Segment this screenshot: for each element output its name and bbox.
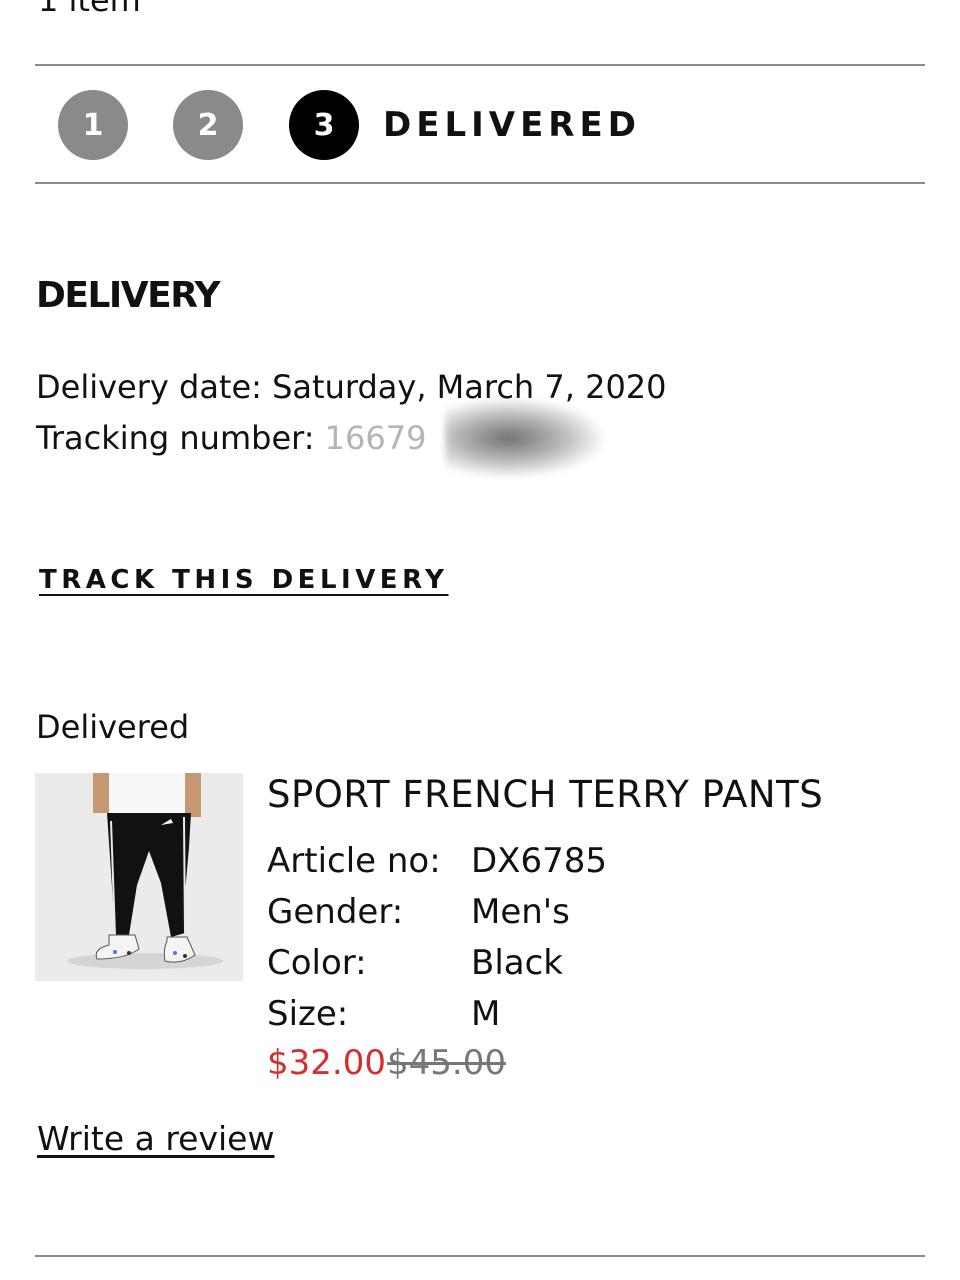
color-value: Black bbox=[471, 943, 563, 983]
product-image[interactable] bbox=[35, 773, 243, 981]
write-review-link[interactable]: Write a review bbox=[37, 1117, 274, 1161]
current-step-label: DELIVERED bbox=[383, 105, 641, 145]
product-photo-illustration bbox=[35, 773, 243, 981]
gender-value: Men's bbox=[471, 892, 570, 932]
delivery-date-label: Delivery date: bbox=[36, 368, 262, 406]
article-no-label: Article no: bbox=[267, 841, 441, 881]
divider-bottom bbox=[35, 1255, 925, 1257]
tracking-number-value: 16679 bbox=[324, 419, 427, 457]
item-count-text: 1 item bbox=[38, 0, 141, 19]
size-label: Size: bbox=[267, 994, 349, 1034]
color-label: Color: bbox=[267, 943, 367, 983]
redaction-scribble bbox=[445, 398, 605, 478]
step-1-indicator: 1 bbox=[58, 90, 128, 160]
original-price: $45.00 bbox=[387, 1043, 506, 1083]
size-value: M bbox=[471, 994, 501, 1034]
divider-steps bbox=[35, 182, 925, 184]
delivery-heading: DELIVERY bbox=[36, 275, 221, 316]
product-name[interactable]: SPORT FRENCH TERRY PANTS bbox=[267, 772, 823, 818]
sale-price: $32.00 bbox=[267, 1043, 386, 1083]
track-delivery-link[interactable]: TRACK THIS DELIVERY bbox=[39, 562, 449, 598]
article-no-value: DX6785 bbox=[471, 841, 607, 881]
divider-top bbox=[35, 64, 925, 66]
tracking-number-label: Tracking number: bbox=[36, 419, 315, 457]
step-3-indicator: 3 bbox=[289, 90, 359, 160]
gender-label: Gender: bbox=[267, 892, 404, 932]
tracking-number-line: Tracking number: 16679 bbox=[36, 417, 426, 459]
item-status-text: Delivered bbox=[36, 708, 190, 746]
step-2-indicator: 2 bbox=[173, 90, 243, 160]
